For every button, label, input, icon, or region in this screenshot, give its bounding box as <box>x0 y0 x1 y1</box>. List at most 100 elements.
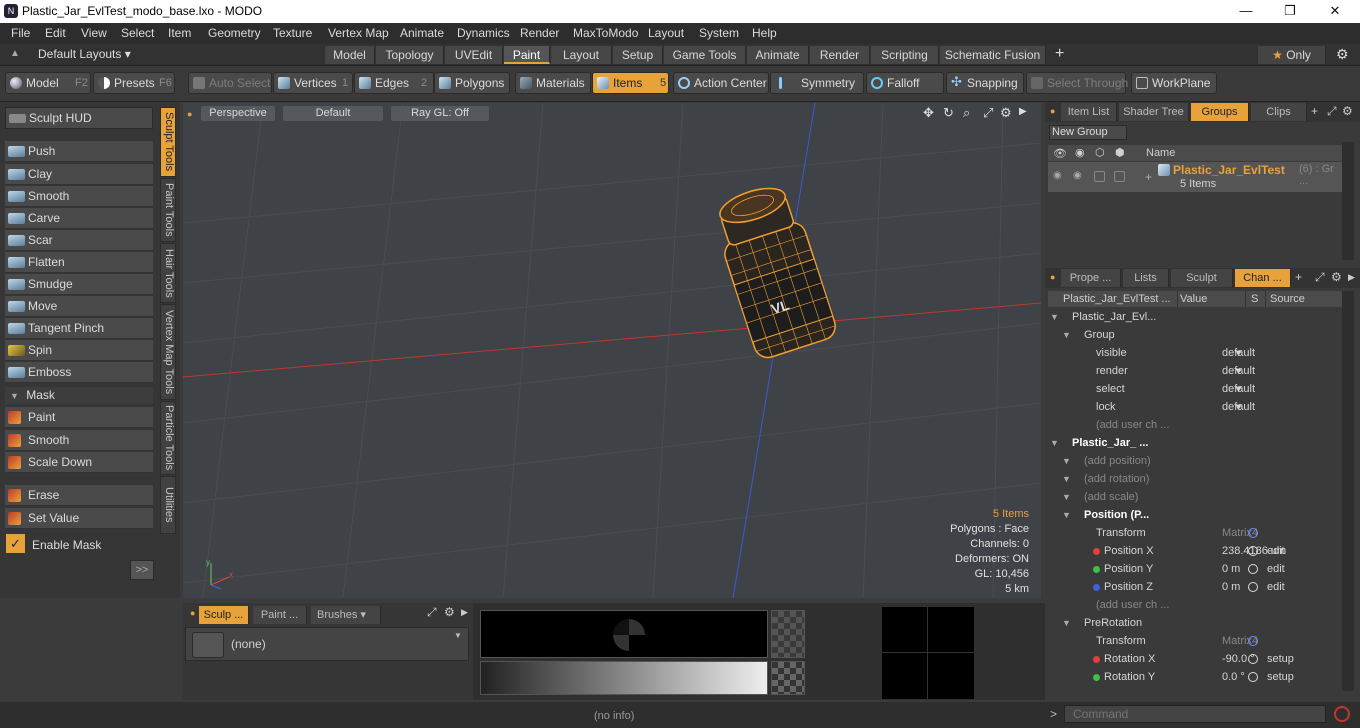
tool-smooth[interactable]: Smooth <box>5 186 153 207</box>
perspective-dropdown[interactable]: Perspective <box>201 106 275 121</box>
keyframe-state-icon[interactable] <box>1248 654 1258 664</box>
materials-button[interactable]: Materials <box>515 72 591 94</box>
mask-section-header[interactable]: ▼ Mask <box>5 387 153 404</box>
matrix-link-icon[interactable] <box>1248 636 1258 646</box>
select-through-button[interactable]: Select Through <box>1026 72 1128 94</box>
dropdown-arrow-icon[interactable]: ▼ <box>1234 344 1243 362</box>
channel-row[interactable]: ▼ Plastic_Jar_ ... <box>1048 434 1342 452</box>
expand-arrow-icon[interactable]: ▼ <box>1050 308 1059 326</box>
presets-button[interactable]: Presets F6 <box>93 72 175 94</box>
tab-scripting[interactable]: Scripting <box>871 46 939 64</box>
group-row[interactable]: ◉ ◉ + Plastic_Jar_EvlTest (6) : Gr ... 5… <box>1048 162 1342 192</box>
new-group-button[interactable]: New Group <box>1049 125 1127 140</box>
expand-icon[interactable]: ⤢ <box>1327 104 1337 119</box>
channel-row[interactable]: Position Z 0 m edit <box>1048 578 1342 596</box>
tab-clips[interactable]: Clips <box>1251 103 1307 121</box>
tab-item-list[interactable]: Item List <box>1061 103 1117 121</box>
default-layouts-dropdown[interactable]: Default Layouts ▾ <box>38 47 131 61</box>
gradient-strip[interactable] <box>480 661 768 695</box>
maximize-viewport-icon[interactable]: ⤢ <box>983 105 993 121</box>
channels-gear-icon[interactable]: ⚙ <box>1331 270 1342 284</box>
auto-select-button[interactable]: Auto Select <box>188 72 272 94</box>
mask-tool-erase[interactable]: Erase <box>5 485 153 506</box>
raygl-dropdown[interactable]: Ray GL: Off <box>391 106 489 121</box>
expand-arrow-icon[interactable]: ▼ <box>1062 614 1071 632</box>
tab-hair-tools[interactable]: Hair Tools <box>160 243 176 303</box>
enable-mask-checkbox[interactable]: ✓ <box>6 534 25 553</box>
channel-row[interactable]: Rotation Y 0.0 ° setup <box>1048 668 1342 686</box>
menu-system[interactable]: System <box>699 26 739 40</box>
render-icon[interactable]: ◉ <box>1075 145 1085 161</box>
channels-more-icon[interactable]: ▶ <box>1348 272 1355 283</box>
action-center-button[interactable]: Action Center <box>673 72 769 94</box>
select-header-icon[interactable]: ⬢ <box>1115 145 1125 161</box>
menu-dynamics[interactable]: Dynamics <box>457 26 510 40</box>
add-tab-icon[interactable]: + <box>1055 45 1064 63</box>
mask-tool-set-value[interactable]: Set Value <box>5 508 153 529</box>
group-visible-icon[interactable]: ◉ <box>1053 170 1062 181</box>
tool-push[interactable]: Push <box>5 141 153 162</box>
keyframe-state-icon[interactable] <box>1248 582 1258 592</box>
tab-render[interactable]: Render <box>810 46 870 64</box>
group-select-toggle[interactable] <box>1114 171 1125 182</box>
channel-row[interactable]: ▼ Plastic_Jar_Evl... <box>1048 308 1342 326</box>
expand-arrow-icon[interactable]: ▼ <box>1062 488 1071 506</box>
gear-icon[interactable]: ⚙ <box>1336 46 1349 63</box>
menu-texture[interactable]: Texture <box>273 26 312 40</box>
3d-viewport[interactable]: VL y x ● Perspective Default Ray GL: Off… <box>183 103 1041 598</box>
tool-scar[interactable]: Scar <box>5 230 153 251</box>
more-tools-button[interactable]: >> <box>130 560 154 580</box>
mask-tool-smooth[interactable]: Smooth <box>5 430 153 451</box>
tab-lists[interactable]: Lists <box>1123 269 1169 287</box>
tab-particle-tools[interactable]: Particle Tools <box>160 401 176 475</box>
viewport-more-icon[interactable]: ▶ <box>1019 106 1027 117</box>
symmetry-button[interactable]: Symmetry <box>770 72 864 94</box>
channel-row[interactable]: ▼ Position (P... <box>1048 506 1342 524</box>
menu-layout[interactable]: Layout <box>648 26 684 40</box>
channel-row[interactable]: Transform Matrix4 <box>1048 632 1342 650</box>
maximize-icon[interactable]: ❐ <box>1280 3 1300 19</box>
keyframe-state-icon[interactable] <box>1248 672 1258 682</box>
expand-plus-icon[interactable]: + <box>1145 170 1152 184</box>
tab-sculpt[interactable]: Sculpt <box>1171 269 1233 287</box>
only-button[interactable]: ★ Only <box>1258 46 1326 64</box>
model-button[interactable]: Model F2 <box>5 72 91 94</box>
brush-selector[interactable]: (none) ▼ <box>185 627 469 661</box>
menu-file[interactable]: File <box>11 26 30 40</box>
alpha-swatch[interactable] <box>771 610 805 658</box>
tool-carve[interactable]: Carve <box>5 208 153 229</box>
dropdown-arrow-icon[interactable]: ▼ <box>1234 398 1243 416</box>
tab-groups[interactable]: Groups <box>1191 103 1249 121</box>
group-lock-toggle[interactable] <box>1094 171 1105 182</box>
panel-more-icon[interactable]: ▶ <box>461 607 468 618</box>
tab-sculpt-brush[interactable]: Sculp ... <box>199 606 249 624</box>
snapping-button[interactable]: ✣ Snapping <box>946 72 1024 94</box>
tab-topology[interactable]: Topology <box>376 46 444 64</box>
tab-shader-tree[interactable]: Shader Tree <box>1119 103 1189 121</box>
viewport-menu-icon[interactable]: ● <box>187 109 195 119</box>
tab-setup[interactable]: Setup <box>613 46 663 64</box>
channel-value[interactable]: 0 m <box>1222 578 1240 596</box>
edges-button[interactable]: Edges 2 <box>354 72 434 94</box>
channel-row[interactable]: Position X 238.4186 um edit <box>1048 542 1342 560</box>
mask-tool-scale-down[interactable]: Scale Down <box>5 452 153 473</box>
expand-icon[interactable]: ⤢ <box>1315 270 1325 285</box>
keyframe-state-icon[interactable] <box>1248 564 1258 574</box>
command-input[interactable] <box>1064 705 1326 723</box>
menu-view[interactable]: View <box>81 26 107 40</box>
itemlist-scrollbar[interactable] <box>1342 142 1354 260</box>
shading-dropdown[interactable]: Default <box>283 106 383 121</box>
itemlist-gear-icon[interactable]: ⚙ <box>1342 104 1353 118</box>
expand-arrow-icon[interactable]: ▼ <box>1062 452 1071 470</box>
value-header[interactable]: Value <box>1180 291 1207 307</box>
keyframe-state-icon[interactable] <box>1248 546 1258 556</box>
pan-icon[interactable]: ✥ <box>923 105 934 121</box>
tab-schematic-fusion[interactable]: Schematic Fusion <box>940 46 1046 64</box>
tab-game-tools[interactable]: Game Tools <box>664 46 746 64</box>
tool-spin[interactable]: Spin <box>5 340 153 361</box>
tool-emboss[interactable]: Emboss <box>5 362 153 383</box>
source-header[interactable]: Source <box>1270 291 1305 307</box>
name-column-header[interactable]: Name <box>1146 145 1175 161</box>
vertices-button[interactable]: Vertices 1 <box>273 72 353 94</box>
tab-utilities[interactable]: Utilities <box>160 476 176 534</box>
